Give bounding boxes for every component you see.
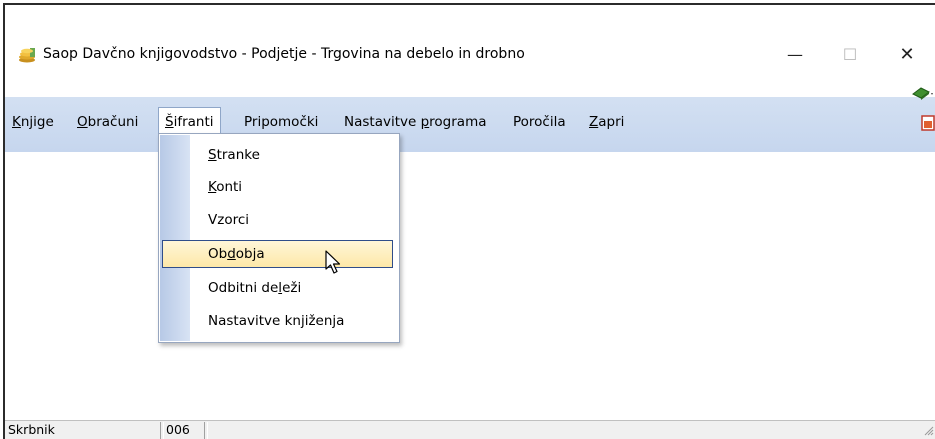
menu-item-stranke[interactable]: Stranke <box>162 141 393 169</box>
menu-knjige[interactable]: Knjige <box>9 112 57 132</box>
minimize-button[interactable]: — <box>775 39 815 69</box>
app-window: Saop Davčno knjigovodstvo - Podjetje - T… <box>3 3 935 439</box>
sifranti-dropdown-menu: Stranke Konti Vzorci Obdobja Odbitni del… <box>158 133 400 343</box>
menu-item-odbitni-delezi[interactable]: Odbitni deleži <box>162 274 393 302</box>
status-code: 006 <box>166 422 190 437</box>
menu-obracuni[interactable]: Obračuni <box>74 112 141 132</box>
mouse-pointer-icon <box>325 250 341 274</box>
status-separator <box>204 422 208 439</box>
menu-porocila[interactable]: Poročila <box>510 112 569 132</box>
status-bar: Skrbnik 006 <box>5 420 935 439</box>
coins-icon <box>19 48 35 63</box>
close-button[interactable]: ✕ <box>887 39 927 69</box>
window-title: Saop Davčno knjigovodstvo - Podjetje - T… <box>43 46 525 62</box>
report-icon[interactable] <box>921 115 935 131</box>
resize-grip-icon[interactable] <box>924 426 934 436</box>
menu-item-nastavitve-knjizenja[interactable]: Nastavitve knjiženja <box>162 307 393 335</box>
menu-bar: Knjige Obračuni Šifranti Pripomočki Nast… <box>5 87 935 152</box>
status-user: Skrbnik <box>8 422 55 437</box>
book-icon[interactable] <box>911 85 933 101</box>
menu-item-konti[interactable]: Konti <box>162 173 393 201</box>
menu-item-obdobja[interactable]: Obdobja <box>162 240 393 268</box>
menu-item-vzorci[interactable]: Vzorci <box>162 206 393 234</box>
status-separator <box>160 422 164 439</box>
menu-nastavitve-programa[interactable]: Nastavitve programa <box>341 112 490 132</box>
menu-zapri[interactable]: Zapri <box>586 112 627 132</box>
title-bar[interactable]: Saop Davčno knjigovodstvo - Podjetje - T… <box>5 5 935 97</box>
maximize-button[interactable]: ☐ <box>830 39 870 69</box>
menu-pripomocki[interactable]: Pripomočki <box>241 112 321 132</box>
